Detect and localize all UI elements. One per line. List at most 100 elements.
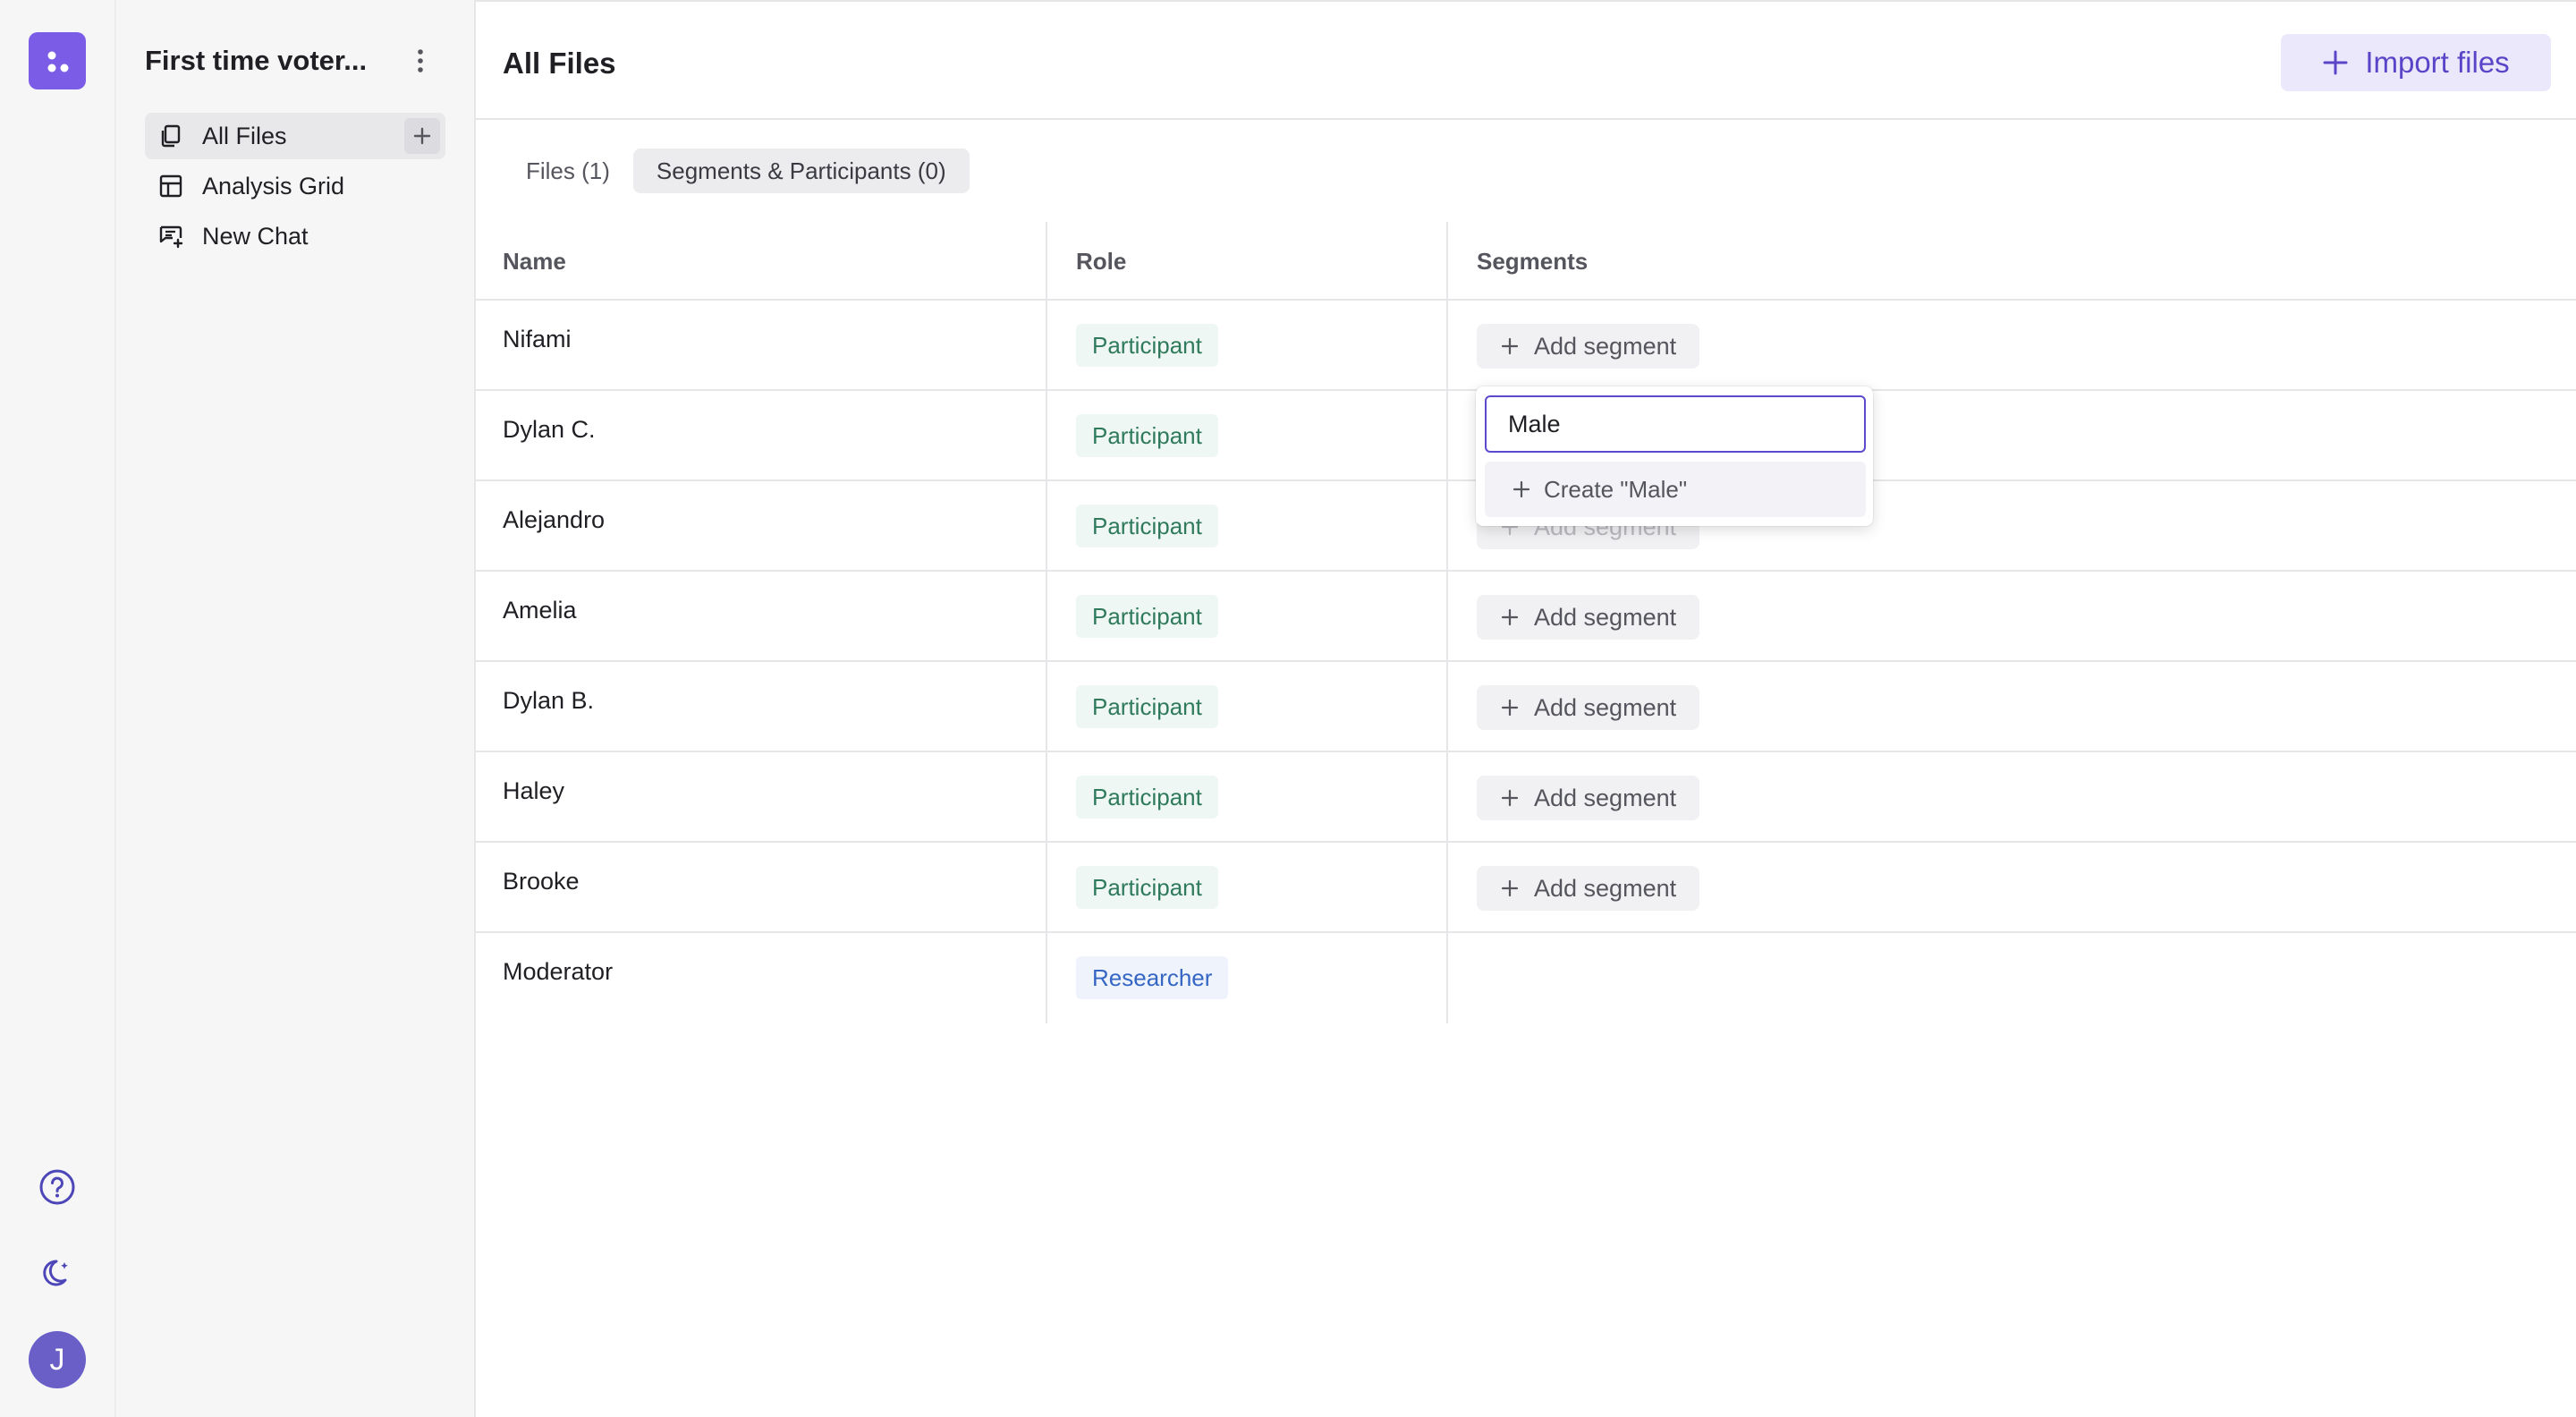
avatar-initial: J <box>49 1342 65 1377</box>
add-segment-label: Add segment <box>1534 603 1677 631</box>
role-badge[interactable]: Participant <box>1076 866 1218 909</box>
name-cell: Haley <box>476 752 1047 841</box>
files-icon <box>157 123 184 149</box>
app-logo[interactable] <box>29 32 86 89</box>
role-badge[interactable]: Participant <box>1076 324 1218 367</box>
role-cell: Participant <box>1047 572 1448 660</box>
role-cell: Participant <box>1047 301 1448 389</box>
role-cell: Participant <box>1047 481 1448 570</box>
moon-icon <box>43 1260 68 1286</box>
tab-files[interactable]: Files (1) <box>503 148 633 193</box>
add-segment-button[interactable]: Add segment <box>1477 595 1700 640</box>
add-segment-button[interactable]: Add segment <box>1477 685 1700 730</box>
role-cell: Participant <box>1047 843 1448 931</box>
sidebar-item-all-files[interactable]: All Files <box>145 113 445 159</box>
create-segment-label: Create "Male" <box>1544 475 1688 503</box>
table-row: Dylan B. Participant Add segment <box>476 662 2576 752</box>
page-header: All Files Import files <box>476 0 2576 120</box>
add-segment-label: Add segment <box>1534 874 1677 902</box>
import-files-button[interactable]: Import files <box>2281 34 2551 91</box>
table-row: Brooke Participant Add segment <box>476 843 2576 933</box>
column-header-segments: Segments <box>1477 248 1589 275</box>
role-badge[interactable]: Participant <box>1076 776 1218 819</box>
participant-name[interactable]: Nifami <box>503 326 572 353</box>
role-cell: Participant <box>1047 752 1448 841</box>
segments-cell <box>1448 933 2576 1023</box>
name-cell: Brooke <box>476 843 1047 931</box>
tab-bar: Files (1) Segments & Participants (0) <box>503 148 970 193</box>
import-files-label: Import files <box>2365 46 2510 79</box>
create-segment-option[interactable]: Create "Male" <box>1485 462 1866 517</box>
name-cell: Dylan C. <box>476 391 1047 479</box>
sidebar-item-label: Analysis Grid <box>202 172 345 199</box>
participants-table: Name Role Segments Nifami Participant Add … <box>476 222 2576 1023</box>
add-segment-label: Add segment <box>1534 784 1677 811</box>
participant-name[interactable]: Brooke <box>503 868 580 895</box>
plus-icon <box>1513 480 1530 498</box>
plus-icon <box>1501 789 1519 807</box>
project-title[interactable]: First time voter... <box>145 45 413 77</box>
theme-toggle-button[interactable] <box>31 1247 83 1299</box>
sidebar-item-new-chat[interactable]: New Chat <box>145 213 445 259</box>
logo-dots-icon <box>47 51 69 72</box>
column-header-name: Name <box>476 222 1047 299</box>
participant-name[interactable]: Alejandro <box>503 506 605 534</box>
main-content: All Files Import files Files (1) Segment… <box>476 0 2576 1417</box>
segments-cell: Add segment <box>1448 572 2576 660</box>
sidebar-item-label: New Chat <box>202 222 309 250</box>
segment-popover: Create "Male" <box>1476 386 1873 526</box>
role-badge[interactable]: Participant <box>1076 595 1218 638</box>
plus-icon <box>413 127 431 145</box>
participant-name[interactable]: Dylan C. <box>503 416 596 444</box>
name-cell: Moderator <box>476 933 1047 1023</box>
role-cell: Participant <box>1047 662 1448 751</box>
plus-icon <box>1501 337 1519 355</box>
add-file-button[interactable] <box>404 118 440 154</box>
grid-icon <box>157 173 184 199</box>
kebab-menu-icon <box>418 49 423 72</box>
tab-segments-participants[interactable]: Segments & Participants (0) <box>632 148 970 193</box>
segments-cell: Add segment <box>1448 843 2576 931</box>
page-title: All Files <box>503 47 616 80</box>
help-icon <box>39 1169 75 1205</box>
role-cell: Participant <box>1047 391 1448 479</box>
column-header-role: Role <box>1047 222 1448 299</box>
role-badge[interactable]: Participant <box>1076 505 1218 547</box>
add-segment-button[interactable]: Add segment <box>1477 776 1700 820</box>
table-row: Moderator Researcher <box>476 933 2576 1023</box>
role-cell: Researcher <box>1047 933 1448 1023</box>
role-badge[interactable]: Researcher <box>1076 956 1229 999</box>
table-row: Haley Participant Add segment <box>476 752 2576 843</box>
user-avatar[interactable]: J <box>29 1331 86 1388</box>
plus-icon <box>2323 50 2348 75</box>
table-row: Nifami Participant Add segment <box>476 301 2576 391</box>
project-menu-button[interactable] <box>402 43 438 79</box>
segments-cell: Add segment <box>1448 752 2576 841</box>
add-segment-button[interactable]: Add segment <box>1477 324 1700 369</box>
app-root: J First time voter... All Files Analysis… <box>0 0 2576 1417</box>
name-cell: Dylan B. <box>476 662 1047 751</box>
segments-cell: Add segment <box>1448 662 2576 751</box>
table-header: Name Role Segments <box>476 222 2576 301</box>
name-cell: Amelia <box>476 572 1047 660</box>
sidebar-item-label: All Files <box>202 122 287 149</box>
sidebar-item-analysis-grid[interactable]: Analysis Grid <box>145 163 445 209</box>
table-row: Amelia Participant Add segment <box>476 572 2576 662</box>
add-segment-label: Add segment <box>1534 693 1677 721</box>
participant-name[interactable]: Amelia <box>503 597 577 624</box>
plus-icon <box>1501 879 1519 897</box>
name-cell: Alejandro <box>476 481 1047 570</box>
add-segment-button[interactable]: Add segment <box>1477 866 1700 911</box>
segments-cell: Add segment <box>1448 301 2576 389</box>
role-badge[interactable]: Participant <box>1076 414 1218 457</box>
plus-icon <box>1501 699 1519 717</box>
segment-search-input[interactable] <box>1485 395 1866 453</box>
role-badge[interactable]: Participant <box>1076 685 1218 728</box>
help-button[interactable] <box>31 1161 83 1213</box>
sidebar: First time voter... All Files Analysis G… <box>116 0 476 1417</box>
participant-name[interactable]: Haley <box>503 777 564 805</box>
chat-icon <box>157 223 184 250</box>
name-cell: Nifami <box>476 301 1047 389</box>
participant-name[interactable]: Moderator <box>503 958 613 986</box>
participant-name[interactable]: Dylan B. <box>503 687 594 715</box>
